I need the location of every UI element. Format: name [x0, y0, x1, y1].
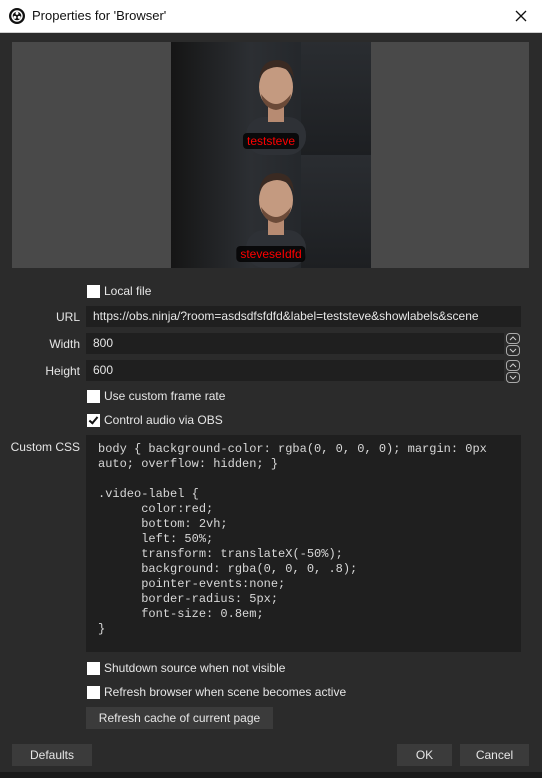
properties-dialog: Properties for 'Browser' teststeve steve… [0, 0, 542, 778]
width-spinner[interactable] [506, 333, 520, 356]
local-file-checkbox[interactable] [87, 285, 100, 298]
chevron-down-icon[interactable] [506, 372, 520, 383]
chevron-up-icon[interactable] [506, 360, 520, 371]
height-spinner[interactable] [506, 360, 520, 383]
cancel-button[interactable]: Cancel [460, 744, 529, 766]
obs-logo-icon [9, 8, 25, 24]
custom-frame-rate-label: Use custom frame rate [104, 389, 226, 403]
control-audio-label: Control audio via OBS [104, 413, 223, 427]
custom-css-editor[interactable]: body { background-color: rgba(0, 0, 0, 0… [86, 435, 521, 652]
browser-preview: teststeve steveseIdfd [12, 42, 529, 268]
preview-frame: teststeve [171, 42, 371, 155]
custom-frame-rate-checkbox[interactable] [87, 390, 100, 403]
video-label: teststeve [242, 133, 300, 149]
refresh-cache-button[interactable]: Refresh cache of current page [86, 707, 273, 729]
shutdown-source-checkbox[interactable] [87, 662, 100, 675]
preview-frame: steveseIdfd [171, 155, 371, 268]
title-bar: Properties for 'Browser' [0, 0, 542, 33]
chevron-up-icon[interactable] [506, 333, 520, 344]
url-label: URL [55, 310, 80, 324]
window-title: Properties for 'Browser' [32, 8, 167, 23]
width-field[interactable]: 800 [86, 333, 504, 354]
custom-css-label: Custom CSS [10, 440, 80, 454]
video-label: steveseIdfd [236, 246, 306, 262]
height-label: Height [45, 364, 80, 378]
width-label: Width [49, 337, 80, 351]
close-button[interactable] [510, 5, 532, 27]
control-audio-checkbox[interactable] [87, 414, 100, 427]
url-field[interactable]: https://obs.ninja/?room=asdsdfsfdfd&labe… [86, 306, 521, 327]
height-field[interactable]: 600 [86, 360, 504, 381]
refresh-browser-checkbox[interactable] [87, 686, 100, 699]
window-bottom-edge [0, 772, 542, 778]
ok-button[interactable]: OK [397, 744, 452, 766]
chevron-down-icon[interactable] [506, 345, 520, 356]
video-background-panel [301, 42, 371, 155]
close-icon [515, 10, 527, 22]
shutdown-source-label: Shutdown source when not visible [104, 661, 286, 675]
local-file-label: Local file [104, 284, 152, 298]
defaults-button[interactable]: Defaults [12, 744, 92, 766]
video-background-panel [301, 155, 371, 268]
refresh-browser-label: Refresh browser when scene becomes activ… [104, 685, 347, 699]
